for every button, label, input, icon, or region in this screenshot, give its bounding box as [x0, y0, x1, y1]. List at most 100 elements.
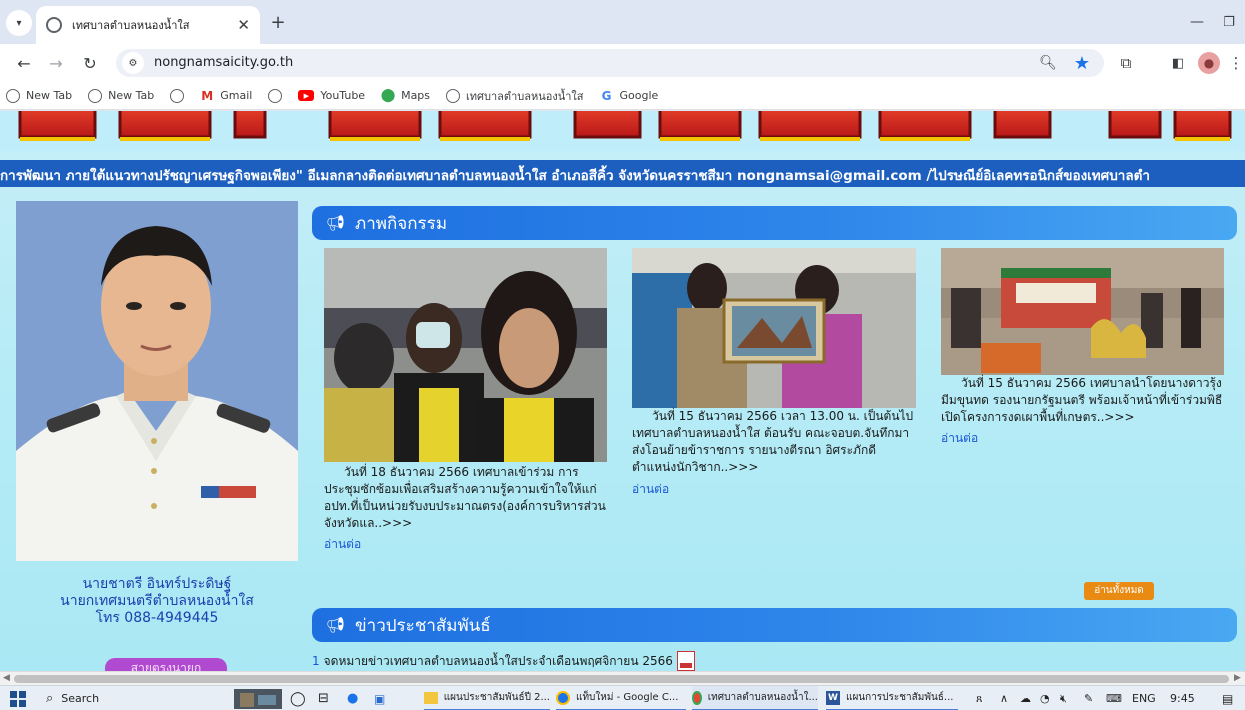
new-tab-button[interactable]: +	[266, 10, 290, 34]
mayor-caption: นายชาตรี อินทร์ประดิษฐ์ นายกเทศมนตรีตำบล…	[16, 576, 298, 627]
news-item-number: 1	[312, 654, 320, 668]
windows-taskbar: ⌕ Search ◯ ⊟ ● ▣ แผนประชาสัมพันธ์ปี 2...…	[0, 685, 1245, 710]
profile-avatar-icon[interactable]: ●	[1198, 52, 1220, 74]
marquee-text: การพัฒนา ภายใต้แนวทางปรัชญาเศรษฐกิจพอเพี…	[0, 168, 1151, 184]
globe-icon	[170, 88, 185, 103]
scroll-left-arrow-icon[interactable]: ◀	[3, 673, 10, 683]
activity-image-3[interactable]	[941, 248, 1224, 375]
reload-icon[interactable]: ↻	[78, 51, 102, 75]
side-panel-icon[interactable]: ◧	[1166, 51, 1190, 75]
start-button[interactable]	[10, 686, 34, 710]
banner-logo-text	[0, 111, 1245, 151]
bookmark-label: Maps	[401, 89, 431, 102]
activity-photo	[632, 248, 916, 408]
windows-logo-icon	[10, 690, 26, 707]
globe-icon	[88, 88, 103, 103]
bookmark-globe-1[interactable]	[170, 88, 190, 103]
scrollbar-thumb[interactable]	[14, 675, 1229, 683]
marquee-bar: การพัฒนา ภายใต้แนวทางปรัชญาเศรษฐกิจพอเพี…	[0, 160, 1245, 187]
globe-icon	[446, 88, 461, 103]
url-text[interactable]: nongnamsaicity.go.th	[154, 55, 293, 70]
chevron-up-icon[interactable]: ∧	[1000, 686, 1014, 710]
close-tab-icon[interactable]: ✕	[237, 16, 250, 34]
read-all-button[interactable]: อ่านทั้งหมด	[1084, 582, 1154, 600]
notification-icon[interactable]: ▤	[1222, 686, 1238, 710]
bookmark-gmail[interactable]: M Gmail	[200, 89, 252, 103]
taskbar-search-label: Search	[61, 692, 100, 705]
restore-window-icon[interactable]: ❐	[1217, 10, 1241, 34]
url-bar[interactable]: ⚙ nongnamsaicity.go.th	[116, 49, 1104, 77]
bookmark-municipality[interactable]: เทศบาลตำบลหนองน้ำใส	[446, 87, 584, 105]
bookmark-maps[interactable]: ⬤ Maps	[380, 88, 431, 103]
forward-arrow-icon[interactable]: →	[44, 51, 68, 75]
browser-menu-icon[interactable]: ⋮	[1228, 51, 1244, 75]
bookmarks-bar: New Tab New Tab M Gmail ▶ YouTube ⬤ Maps…	[0, 82, 1245, 110]
horizontal-scrollbar[interactable]: ◀ ▶	[0, 671, 1245, 685]
bookmark-label: เทศบาลตำบลหนองน้ำใส	[466, 89, 584, 103]
folder-icon	[424, 691, 438, 704]
site-banner	[0, 111, 1245, 151]
taskbar-app-3[interactable]: เทศบาลตำบลหนองน้ำใ...	[692, 686, 818, 710]
bookmark-label: New Tab	[108, 89, 155, 102]
activity-read-more-1[interactable]: อ่านต่อ	[324, 535, 361, 554]
pdf-icon[interactable]	[676, 651, 695, 671]
bookmark-youtube[interactable]: ▶ YouTube	[298, 89, 365, 102]
activity-image-2[interactable]	[632, 248, 916, 408]
activity-text-3: วันที่ 15 ธันวาคม 2566 เทศบาลนำโดยนางดาว…	[941, 376, 1223, 424]
pen-icon[interactable]: ✎	[1084, 686, 1098, 710]
taskbar-app-4[interactable]: W แผนการประชาสัมพันธ์...	[826, 686, 958, 710]
bookmark-label: New Tab	[26, 89, 73, 102]
youtube-icon: ▶	[298, 90, 315, 101]
mayor-hotline-badge[interactable]: สายตรงนายก	[105, 658, 227, 671]
news-section-header: 📢︎ ข่าวประชาสัมพันธ์	[312, 608, 1237, 642]
bookmark-new-tab-2[interactable]: New Tab	[88, 88, 155, 103]
taskbar-app-label: เทศบาลตำบลหนองน้ำใ...	[707, 692, 818, 703]
news-item[interactable]: 1 จดหมายข่าวเทศบาลตำบลหนองน้ำใสประจำเดือ…	[312, 651, 695, 671]
taskbar-app-label: แผนการประชาสัมพันธ์...	[846, 692, 954, 703]
widgets-icon[interactable]: ⊟	[318, 686, 336, 710]
wifi-icon[interactable]: ◔	[1040, 686, 1054, 710]
activity-image-1[interactable]	[324, 248, 607, 462]
bookmark-globe-2[interactable]	[268, 88, 288, 103]
taskbar-news-widget[interactable]	[234, 686, 284, 710]
bookmark-star-icon[interactable]: ★	[1070, 51, 1094, 75]
back-arrow-icon[interactable]: ←	[12, 51, 36, 75]
activity-photo	[941, 248, 1224, 375]
site-info-icon[interactable]: ⚙	[122, 52, 144, 74]
chrome-icon	[692, 690, 702, 705]
word-icon: W	[826, 690, 840, 705]
bookmark-google[interactable]: G Google	[600, 89, 659, 103]
bookmark-label: YouTube	[320, 89, 366, 102]
maps-icon: ⬤	[380, 88, 396, 103]
edge-icon[interactable]: ●	[347, 686, 365, 710]
news-widget-icon	[234, 688, 282, 709]
tab-strip: ▾ เทศบาลตำบลหนองน้ำใส ✕ + — ❐	[0, 0, 1245, 44]
onedrive-icon[interactable]: ☁	[1020, 686, 1034, 710]
clock[interactable]: 9:45	[1170, 686, 1206, 710]
activity-read-more-3[interactable]: อ่านต่อ	[941, 429, 978, 448]
volume-muted-icon[interactable]: 🔇︎	[1060, 686, 1076, 710]
tab-search-chevron-icon[interactable]: ▾	[6, 10, 32, 36]
mayor-portrait-image	[16, 201, 298, 561]
bookmark-label: Gmail	[220, 89, 253, 102]
bookmark-new-tab-1[interactable]: New Tab	[6, 88, 73, 103]
zoom-icon[interactable]: 🔍︎	[1036, 51, 1060, 75]
scroll-right-arrow-icon[interactable]: ▶	[1234, 673, 1241, 683]
minimize-window-icon[interactable]: —	[1185, 10, 1209, 34]
taskbar-app-2[interactable]: แท็บใหม่ - Google C...	[556, 686, 686, 710]
browser-tab-active[interactable]: เทศบาลตำบลหนองน้ำใส ✕	[36, 6, 260, 44]
news-item-text[interactable]: จดหมายข่าวเทศบาลตำบลหนองน้ำใสประจำเดือนพ…	[324, 652, 673, 671]
extensions-icon[interactable]: ⧉	[1114, 51, 1138, 75]
store-icon[interactable]: ▣	[374, 686, 392, 710]
activity-photo	[324, 248, 607, 462]
activity-read-more-2[interactable]: อ่านต่อ	[632, 480, 669, 499]
megaphone-icon: 📢︎	[326, 214, 346, 232]
people-icon[interactable]: ጸ	[976, 686, 990, 710]
language-indicator[interactable]: ENG	[1132, 686, 1160, 710]
keyboard-icon[interactable]: ⌨	[1106, 686, 1124, 710]
task-view-icon[interactable]: ◯	[290, 686, 308, 710]
taskbar-search[interactable]: ⌕ Search	[46, 686, 226, 710]
google-icon: G	[601, 88, 612, 103]
mayor-phone: โทร 088-4949445	[95, 610, 219, 626]
taskbar-app-1[interactable]: แผนประชาสัมพันธ์ปี 2...	[424, 686, 550, 710]
